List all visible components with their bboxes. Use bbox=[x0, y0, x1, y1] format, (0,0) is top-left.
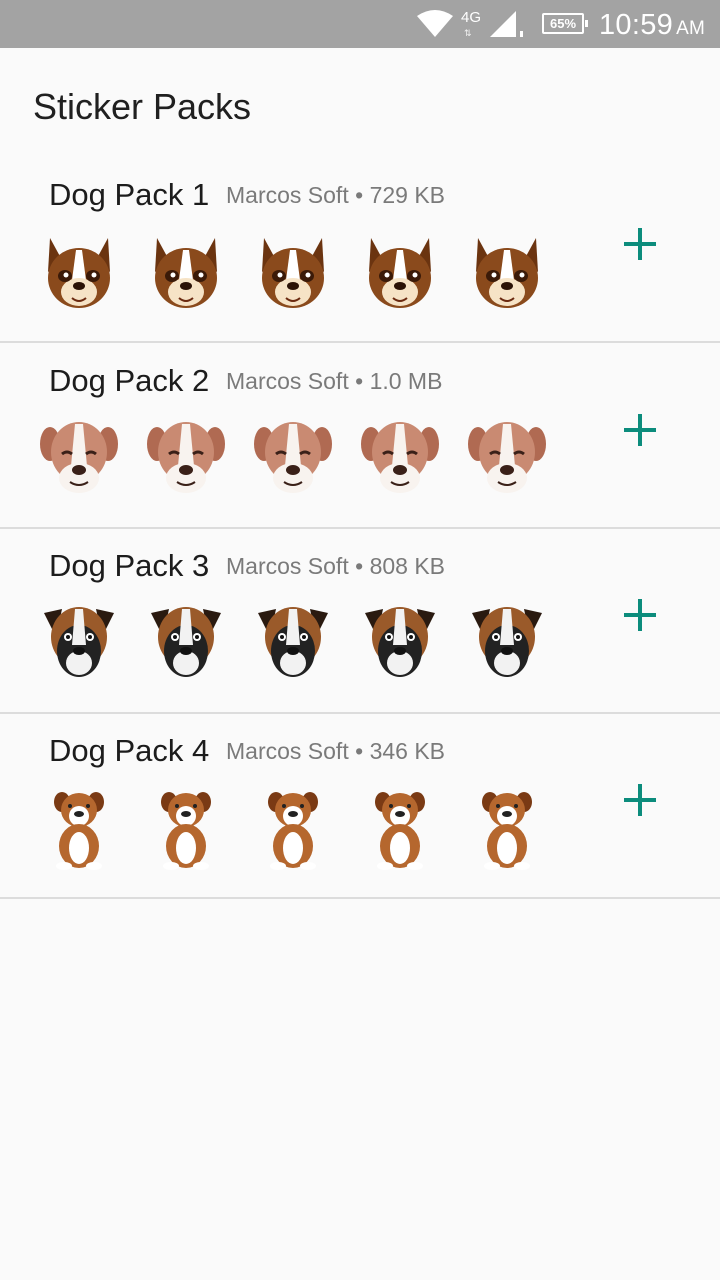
sticker-thumbnail bbox=[365, 607, 435, 677]
sticker-pack-row[interactable]: Dog Pack 1 Marcos Soft • 729 KB bbox=[0, 158, 720, 343]
pack-publisher: Marcos Soft bbox=[226, 182, 349, 208]
sticker-thumbnail bbox=[361, 420, 439, 495]
page-title: Sticker Packs bbox=[33, 86, 252, 127]
plus-icon[interactable] bbox=[620, 780, 660, 820]
pack-size: 729 KB bbox=[369, 182, 446, 208]
meta-separator: • bbox=[355, 553, 370, 579]
pack-publisher: Marcos Soft bbox=[226, 738, 349, 764]
sticker-thumbnail bbox=[54, 792, 104, 870]
sticker-thumbnail bbox=[482, 792, 532, 870]
meta-separator: • bbox=[355, 368, 370, 394]
pack-meta: Marcos Soft • 346 KB bbox=[226, 738, 445, 765]
sticker-thumbnail bbox=[468, 420, 546, 495]
sticker-preview-strip bbox=[40, 786, 546, 870]
sticker-pack-row[interactable]: Dog Pack 4 Marcos Soft • 346 KB bbox=[0, 714, 720, 899]
sticker-thumbnail bbox=[368, 237, 432, 309]
sticker-preview-strip bbox=[40, 230, 546, 314]
pack-publisher: Marcos Soft bbox=[226, 553, 349, 579]
clock: 10:59 AM bbox=[599, 9, 706, 41]
sticker-thumbnail bbox=[472, 607, 542, 677]
pack-size: 808 KB bbox=[369, 553, 446, 579]
sticker-thumbnail bbox=[475, 237, 539, 309]
meta-separator: • bbox=[355, 738, 370, 764]
sticker-thumbnail bbox=[254, 420, 332, 495]
sticker-thumbnail bbox=[40, 420, 118, 495]
meta-separator: • bbox=[355, 182, 370, 208]
sticker-pack-row[interactable]: Dog Pack 2 Marcos Soft • 1.0 MB bbox=[0, 344, 720, 529]
pack-name: Dog Pack 4 bbox=[49, 733, 210, 768]
pack-meta: Marcos Soft • 808 KB bbox=[226, 553, 445, 580]
pack-name: Dog Pack 1 bbox=[49, 177, 210, 212]
pack-publisher: Marcos Soft bbox=[226, 368, 349, 394]
sticker-preview-strip bbox=[40, 416, 546, 500]
wifi-icon bbox=[417, 10, 453, 37]
plus-icon[interactable] bbox=[620, 224, 660, 264]
pack-meta: Marcos Soft • 729 KB bbox=[226, 182, 445, 209]
sticker-thumbnail bbox=[258, 607, 328, 677]
sticker-thumbnail bbox=[47, 237, 111, 309]
sticker-thumbnail bbox=[44, 607, 114, 677]
sticker-thumbnail bbox=[375, 792, 425, 870]
sticker-thumbnail bbox=[261, 237, 325, 309]
signal-icon bbox=[490, 11, 523, 37]
pack-name: Dog Pack 3 bbox=[49, 548, 210, 583]
sticker-thumbnail bbox=[151, 607, 221, 677]
sticker-thumbnail bbox=[161, 792, 211, 870]
sticker-preview-strip bbox=[40, 601, 546, 685]
sticker-pack-row[interactable]: Dog Pack 3 Marcos Soft • 808 KB bbox=[0, 529, 720, 714]
status-bar: 4G ⇅ 65% 10:59 AM bbox=[0, 0, 720, 48]
pack-name: Dog Pack 2 bbox=[49, 363, 210, 398]
network-type: 4G ⇅ bbox=[461, 9, 482, 38]
sticker-thumbnail bbox=[154, 237, 218, 309]
sticker-thumbnail bbox=[147, 420, 225, 495]
plus-icon[interactable] bbox=[620, 595, 660, 635]
sticker-thumbnail bbox=[268, 792, 318, 870]
pack-meta: Marcos Soft • 1.0 MB bbox=[226, 368, 442, 395]
plus-icon[interactable] bbox=[620, 410, 660, 450]
pack-size: 346 KB bbox=[369, 738, 446, 764]
battery-indicator: 65% bbox=[542, 13, 588, 34]
pack-size: 1.0 MB bbox=[369, 368, 443, 394]
